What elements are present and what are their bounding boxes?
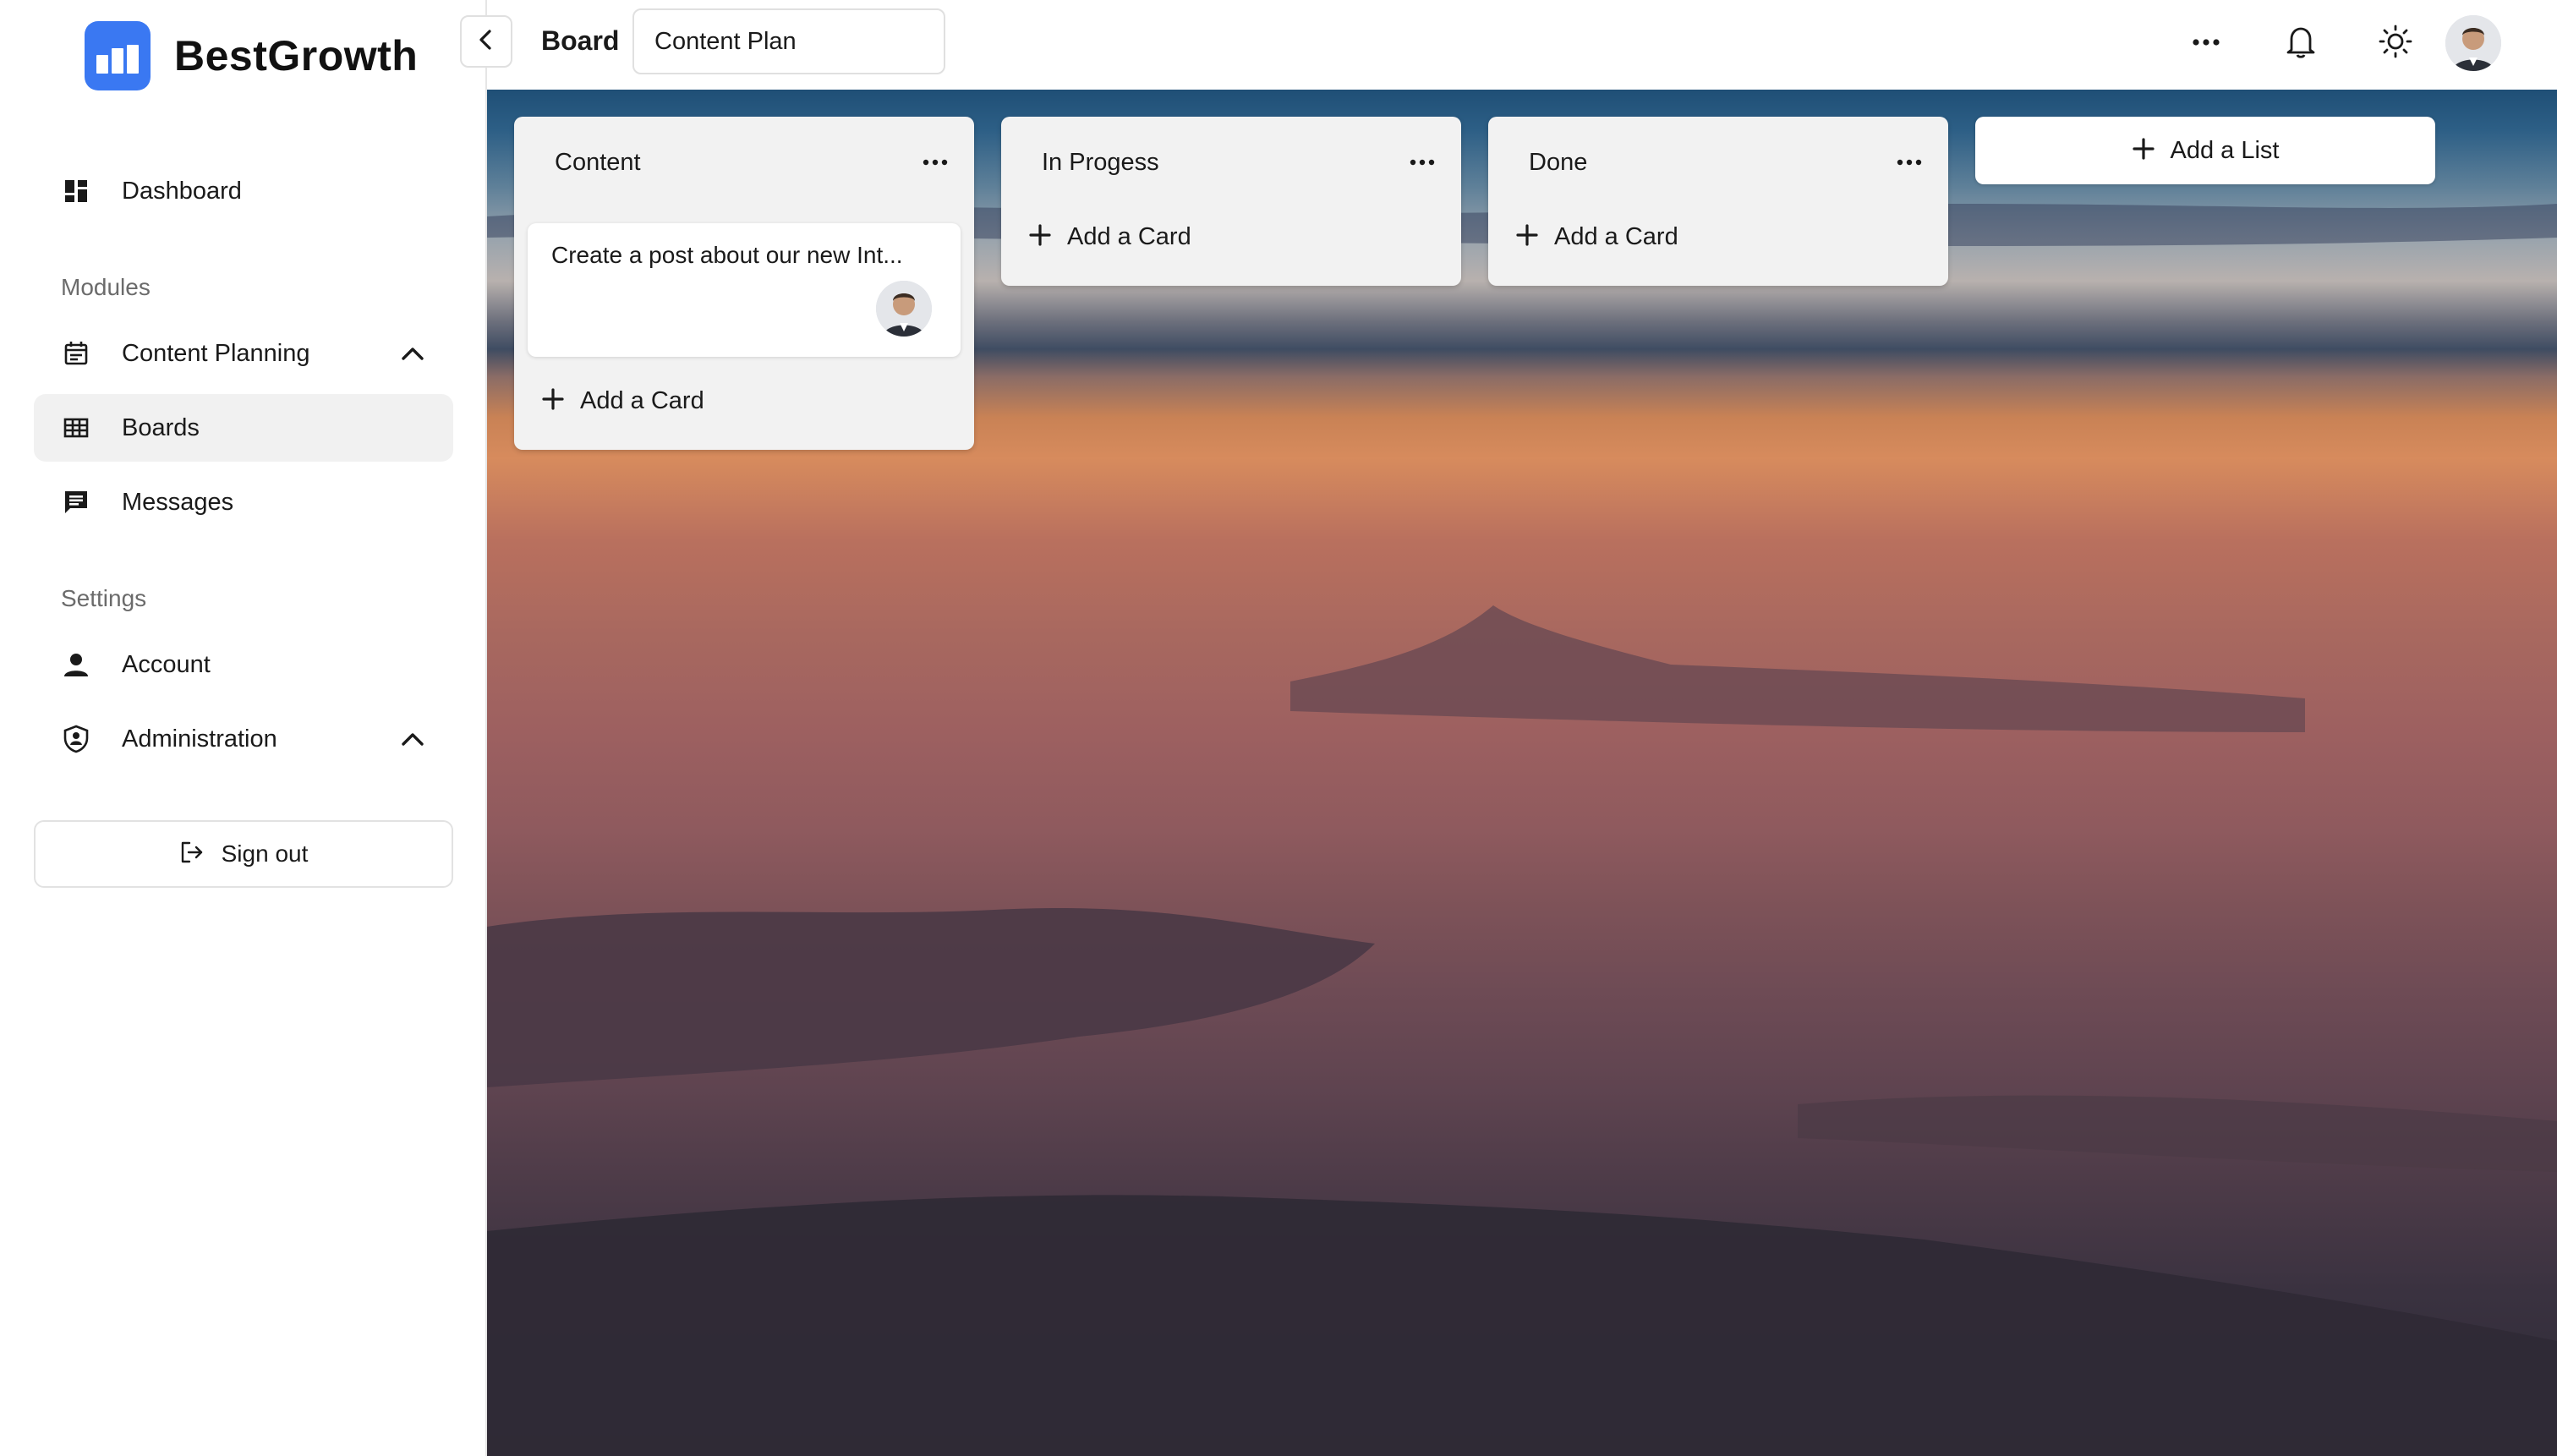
sidebar-item-content-planning[interactable]: Content Planning — [34, 320, 453, 387]
sun-icon — [2379, 25, 2412, 63]
sidebar-item-label: Messages — [122, 488, 234, 516]
add-card-button[interactable]: Add a Card — [1505, 210, 1931, 264]
chevron-up-icon[interactable] — [397, 338, 428, 369]
plus-icon — [1515, 223, 1539, 251]
section-heading-settings: Settings — [61, 585, 147, 611]
board-name-input[interactable] — [632, 8, 945, 74]
sidebar-item-label: Boards — [122, 413, 200, 441]
list-title: Content — [555, 149, 641, 176]
board-list-in-progress: In Progess Add a Card — [1001, 117, 1461, 286]
plus-icon — [1028, 223, 1052, 251]
add-card-button[interactable]: Add a Card — [1018, 210, 1444, 264]
bell-icon — [2285, 25, 2317, 63]
board-card[interactable]: Create a post about our new Int... — [528, 223, 961, 357]
list-title: In Progess — [1042, 149, 1159, 176]
sidebar-item-label: Administration — [122, 725, 277, 753]
grid-icon — [61, 413, 91, 443]
sidebar-item-label: Account — [122, 650, 211, 678]
sidebar-item-label: Dashboard — [122, 177, 242, 205]
board-list-done: Done Add a Card — [1488, 117, 1948, 286]
card-assignee-avatar — [876, 281, 932, 337]
calendar-icon — [61, 338, 91, 369]
sign-out-button[interactable]: Sign out — [34, 820, 453, 888]
sidebar: BestGrowth Dashboard Modules Content Pla… — [0, 0, 487, 1456]
message-icon — [61, 487, 91, 517]
brand[interactable]: BestGrowth — [85, 20, 418, 91]
breadcrumb: Board — [541, 25, 620, 56]
plus-icon — [541, 387, 565, 415]
bar-chart-logo-icon — [85, 21, 151, 90]
chevron-up-icon[interactable] — [397, 724, 428, 754]
board-canvas: Content Create a post about our new Int.… — [487, 90, 2557, 1456]
sidebar-item-messages[interactable]: Messages — [34, 468, 453, 536]
more-options-button[interactable] — [2180, 17, 2232, 69]
add-card-label: Add a Card — [580, 386, 704, 414]
brand-name: BestGrowth — [174, 32, 419, 79]
more-horizontal-icon — [1410, 155, 1435, 170]
chevron-left-icon — [474, 27, 499, 57]
more-horizontal-icon — [923, 155, 948, 170]
card-title: Create a post about our new Int... — [551, 242, 903, 268]
section-heading-modules: Modules — [61, 274, 151, 300]
notifications-button[interactable] — [2275, 17, 2327, 69]
top-bar: Board — [460, 0, 2557, 90]
list-menu-button[interactable] — [1891, 144, 1928, 181]
theme-toggle-button[interactable] — [2369, 17, 2422, 69]
board-list-content: Content Create a post about our new Int.… — [514, 117, 974, 450]
list-menu-button[interactable] — [1404, 144, 1441, 181]
add-card-label: Add a Card — [1067, 222, 1191, 250]
user-avatar[interactable] — [2445, 15, 2501, 71]
plus-icon — [2132, 137, 2155, 165]
add-list-label: Add a List — [2170, 136, 2280, 164]
sidebar-item-label: Content Planning — [122, 339, 310, 367]
more-horizontal-icon — [2192, 36, 2220, 51]
add-list-button[interactable]: Add a List — [1975, 117, 2435, 184]
list-menu-button[interactable] — [917, 144, 954, 181]
person-icon — [61, 649, 91, 680]
shield-icon — [61, 724, 91, 754]
sidebar-item-account[interactable]: Account — [34, 631, 453, 698]
list-title: Done — [1529, 149, 1588, 176]
collapse-sidebar-button[interactable] — [460, 15, 512, 68]
logout-icon — [179, 840, 205, 869]
sidebar-item-administration[interactable]: Administration — [34, 705, 453, 773]
more-horizontal-icon — [1897, 155, 1922, 170]
sign-out-label: Sign out — [221, 840, 309, 867]
dashboard-icon — [61, 176, 91, 206]
sidebar-item-boards[interactable]: Boards — [34, 394, 453, 462]
add-card-button[interactable]: Add a Card — [531, 374, 957, 428]
add-card-label: Add a Card — [1554, 222, 1678, 250]
sidebar-item-dashboard[interactable]: Dashboard — [34, 157, 453, 225]
